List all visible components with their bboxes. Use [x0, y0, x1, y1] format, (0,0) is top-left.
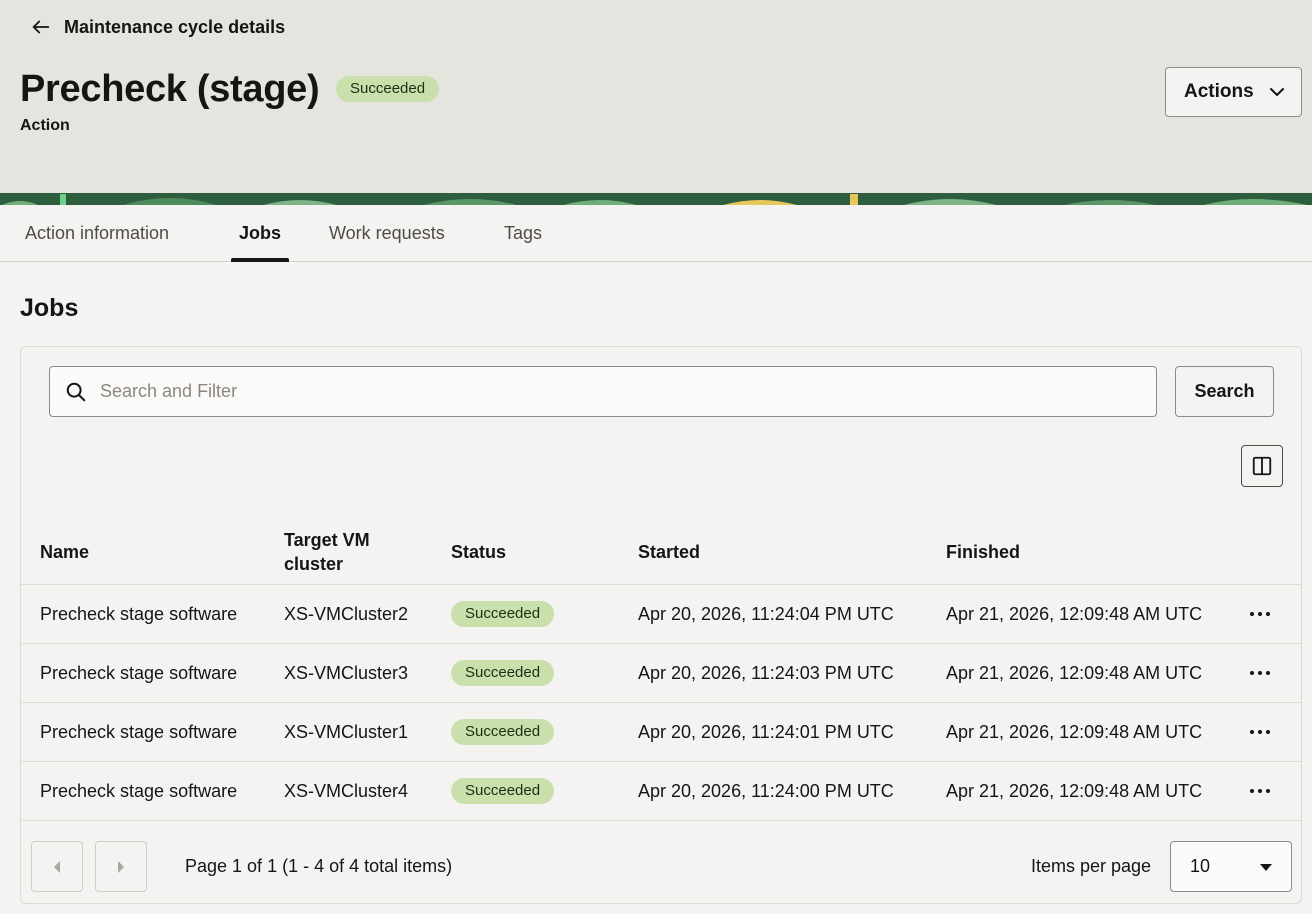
job-target: XS-VMCluster3 [284, 662, 409, 683]
back-link-label: Maintenance cycle details [64, 16, 286, 37]
status-badge: Succeeded [336, 76, 440, 102]
column-header-name[interactable]: Name [40, 519, 89, 585]
manage-columns-button[interactable] [1241, 445, 1283, 487]
caret-down-icon [1260, 863, 1272, 871]
column-header-started[interactable]: Started [638, 519, 700, 585]
tab-tags[interactable]: Tags [504, 205, 542, 262]
table-row[interactable]: Precheck stage software XS-VMCluster1 Su… [21, 703, 1301, 762]
column-header-finished[interactable]: Finished [946, 519, 1020, 585]
tab-bar: Action information Jobs Work requests Ta… [0, 205, 1312, 262]
search-button[interactable]: Search [1175, 366, 1274, 417]
table-row[interactable]: Precheck stage software XS-VMCluster2 Su… [21, 585, 1301, 644]
page-subtitle: Action [20, 117, 70, 134]
row-actions-button[interactable] [1243, 776, 1277, 806]
status-badge: Succeeded [451, 601, 555, 627]
job-started: Apr 20, 2026, 11:24:03 PM UTC [638, 662, 894, 683]
banner-pattern-icon [0, 194, 1312, 205]
job-status-cell: Succeeded [451, 644, 555, 702]
job-finished: Apr 21, 2026, 12:09:48 AM UTC [946, 780, 1203, 801]
row-actions-button[interactable] [1243, 717, 1277, 747]
arrow-left-icon [32, 20, 50, 34]
job-name: Precheck stage software [40, 662, 238, 683]
chevron-down-icon [1270, 88, 1284, 96]
job-status-cell: Succeeded [451, 703, 555, 761]
page-header: Maintenance cycle details Precheck (stag… [0, 0, 1312, 193]
job-finished: Apr 21, 2026, 12:09:48 AM UTC [946, 603, 1203, 624]
section-title: Jobs [20, 294, 79, 322]
jobs-panel: Search Name Target VM cluster Status Sta… [20, 346, 1302, 904]
back-link[interactable]: Maintenance cycle details [30, 14, 285, 40]
job-target: XS-VMCluster2 [284, 603, 409, 624]
more-horizontal-icon [1250, 789, 1270, 793]
job-target: XS-VMCluster4 [284, 780, 409, 801]
tab-action-information[interactable]: Action information [25, 205, 169, 262]
job-finished: Apr 21, 2026, 12:09:48 AM UTC [946, 721, 1203, 742]
actions-button[interactable]: Actions [1165, 67, 1302, 117]
tab-jobs[interactable]: Jobs [230, 205, 290, 262]
job-name: Precheck stage software [40, 603, 238, 624]
job-started: Apr 20, 2026, 11:24:01 PM UTC [638, 721, 894, 742]
job-name: Precheck stage software [40, 721, 238, 742]
more-horizontal-icon [1250, 612, 1270, 616]
column-header-status[interactable]: Status [451, 519, 506, 585]
row-actions-button[interactable] [1243, 658, 1277, 688]
search-input[interactable] [100, 367, 1140, 416]
job-status-cell: Succeeded [451, 585, 555, 643]
table-row[interactable]: Precheck stage software XS-VMCluster3 Su… [21, 644, 1301, 703]
more-horizontal-icon [1250, 730, 1270, 734]
previous-page-button[interactable] [31, 841, 83, 892]
status-badge: Succeeded [451, 719, 555, 745]
decorative-banner [0, 193, 1312, 205]
job-started: Apr 20, 2026, 11:24:04 PM UTC [638, 603, 894, 624]
actions-button-label: Actions [1184, 81, 1254, 102]
more-horizontal-icon [1250, 671, 1270, 675]
job-started: Apr 20, 2026, 11:24:00 PM UTC [638, 780, 894, 801]
table-row[interactable]: Precheck stage software XS-VMCluster4 Su… [21, 762, 1301, 821]
items-per-page-label: Items per page [1031, 856, 1152, 876]
search-box [49, 366, 1157, 417]
pagination-info: Page 1 of 1 (1 - 4 of 4 total items) [185, 856, 453, 876]
row-actions-button[interactable] [1243, 599, 1277, 629]
caret-right-icon [118, 860, 124, 873]
next-page-button[interactable] [95, 841, 147, 892]
column-header-target[interactable]: Target VM cluster [284, 519, 404, 585]
items-per-page-select[interactable]: 10 [1170, 841, 1292, 892]
caret-left-icon [54, 860, 60, 873]
columns-icon [1252, 456, 1272, 476]
search-icon [66, 382, 86, 402]
status-badge: Succeeded [451, 660, 555, 686]
tab-work-requests[interactable]: Work requests [329, 205, 445, 262]
status-badge: Succeeded [451, 778, 555, 804]
page-title: Precheck (stage) [20, 68, 320, 110]
items-per-page-value: 10 [1190, 856, 1211, 876]
job-target: XS-VMCluster1 [284, 721, 409, 742]
job-finished: Apr 21, 2026, 12:09:48 AM UTC [946, 662, 1203, 683]
job-name: Precheck stage software [40, 780, 238, 801]
table-header: Name Target VM cluster Status Started Fi… [21, 519, 1301, 585]
job-status-cell: Succeeded [451, 762, 555, 820]
